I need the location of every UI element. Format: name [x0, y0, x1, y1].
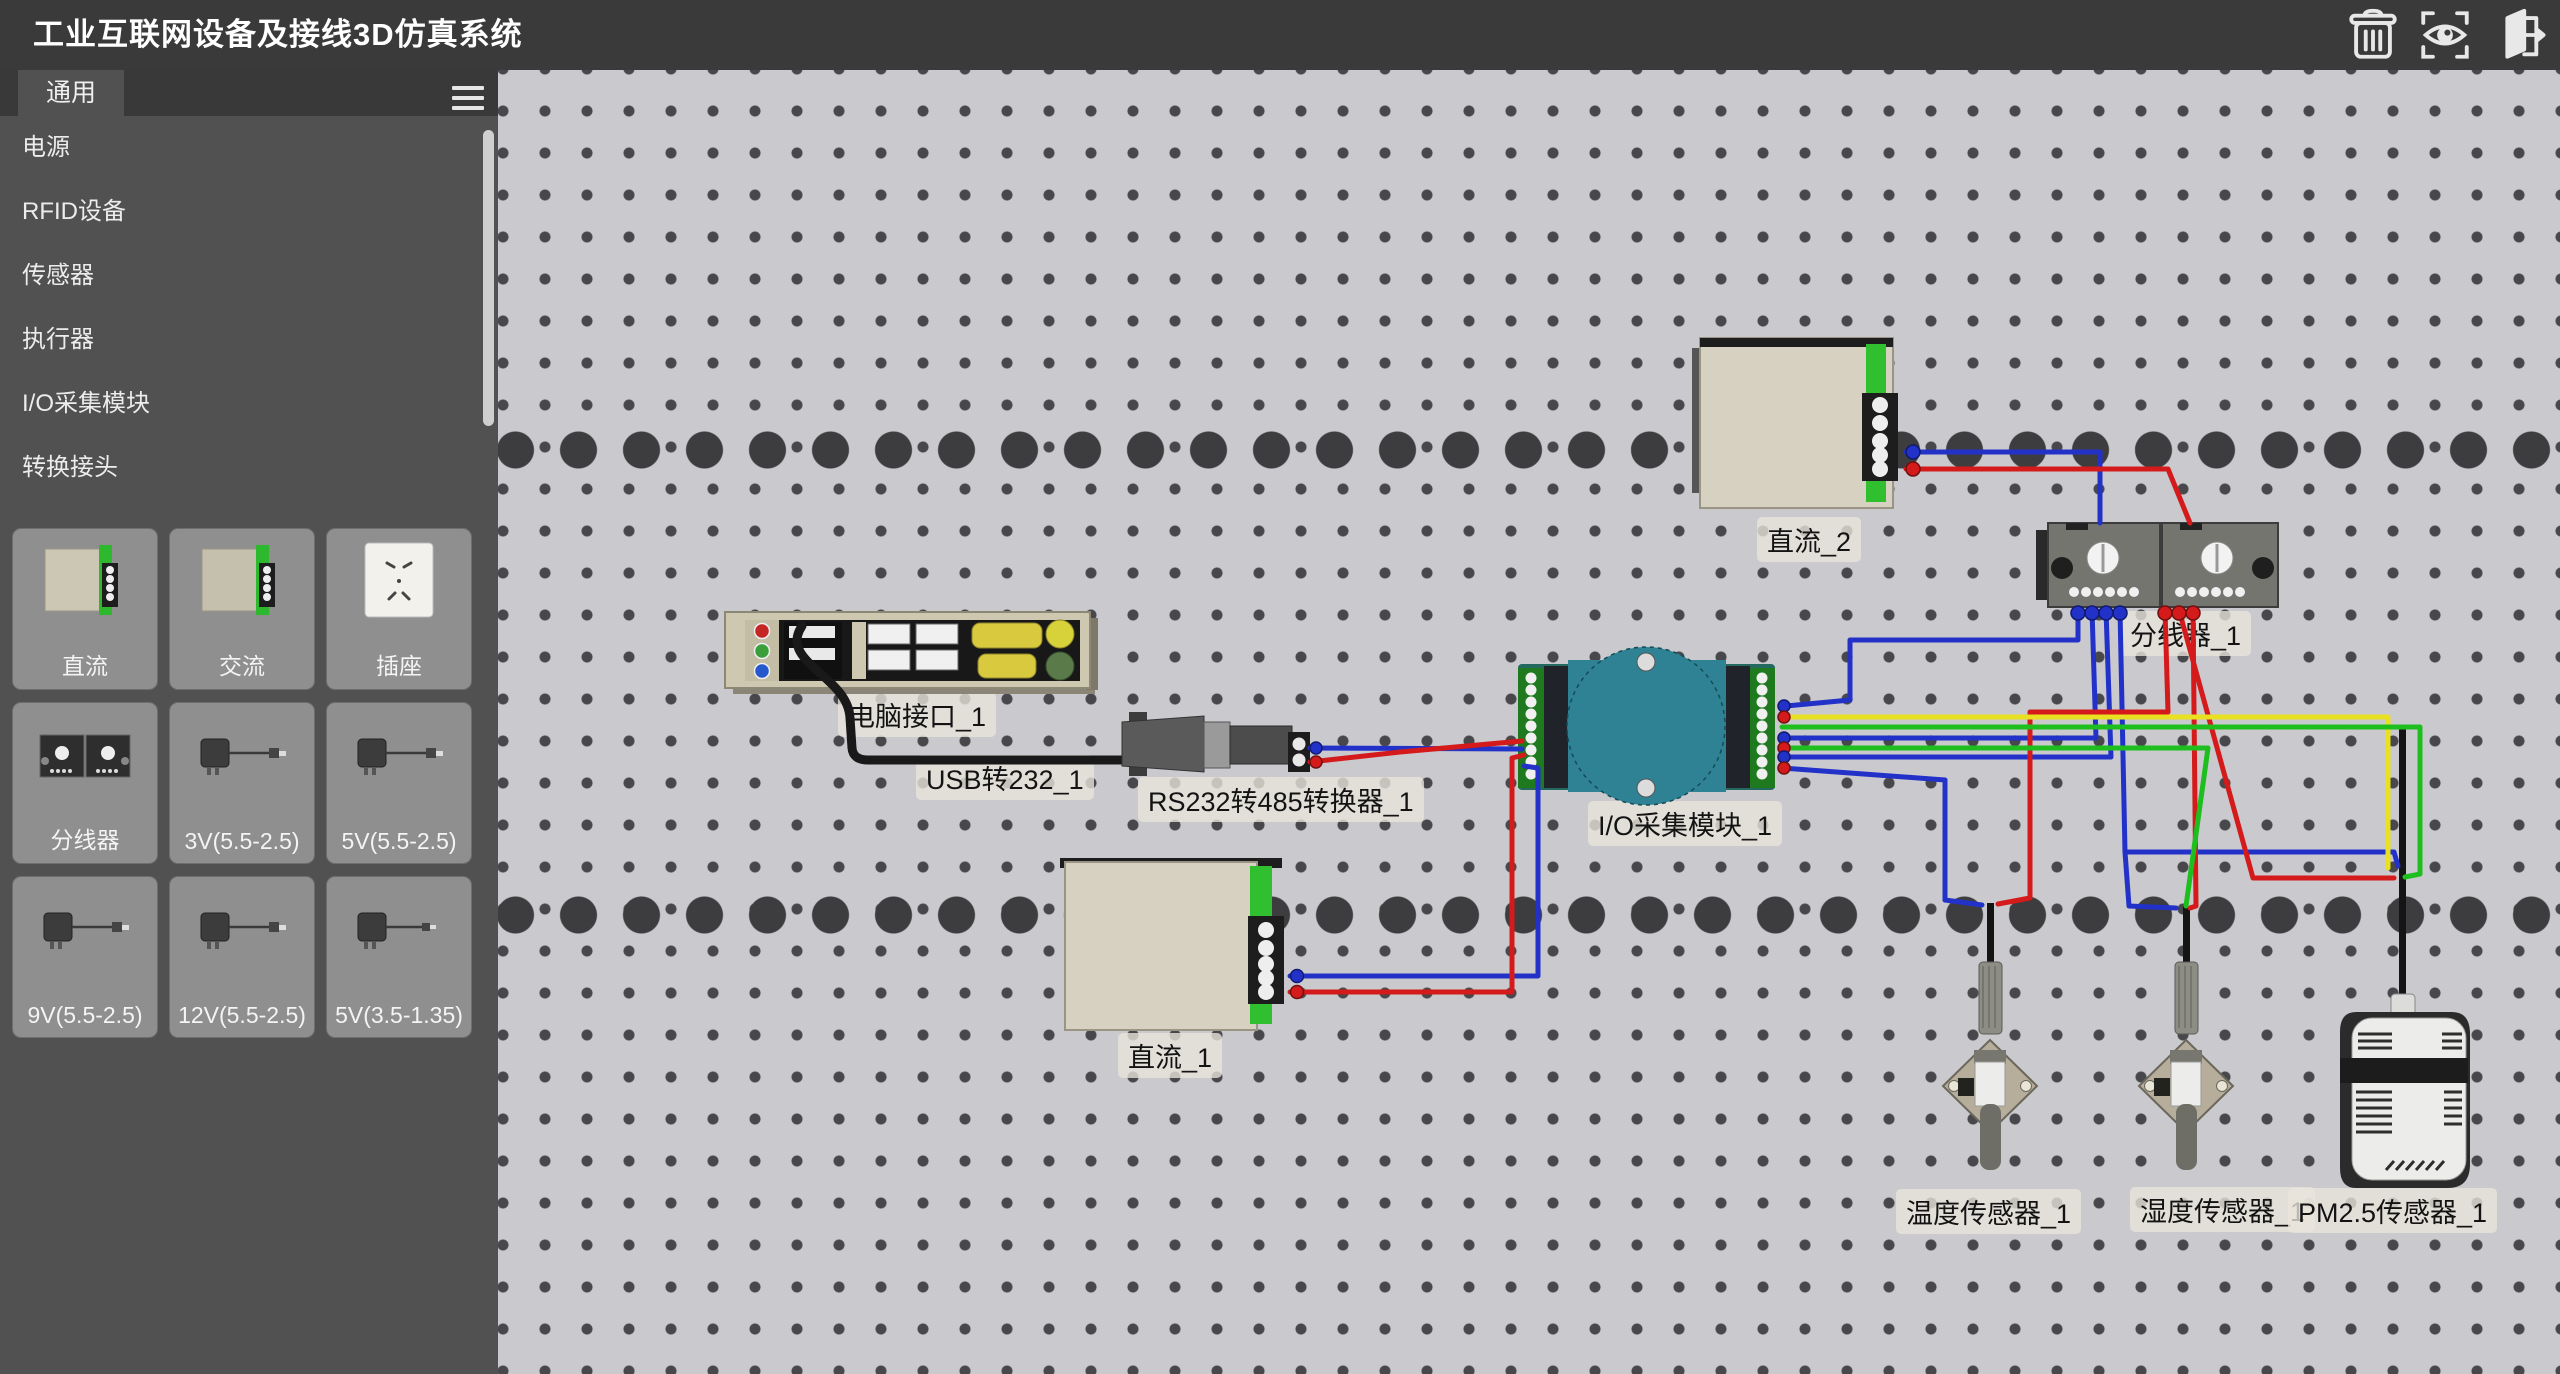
palette-item-5v[interactable]: 5V(5.5-2.5) — [326, 702, 472, 864]
palette-label: 5V(5.5-2.5) — [327, 828, 471, 855]
tab-general[interactable]: 通用 — [18, 70, 124, 116]
palette-label: 5V(3.5-1.35) — [327, 1002, 471, 1029]
palette-item-12v[interactable]: 12V(5.5-2.5) — [169, 876, 315, 1038]
menu-item-power[interactable]: 电源 — [0, 116, 498, 180]
palette-item-splitter[interactable]: 分线器 — [12, 702, 158, 864]
sidebar-tab-row: 通用 — [0, 70, 498, 116]
menu-item-io-module[interactable]: I/O采集模块 — [0, 372, 498, 436]
palette-item-5v-small[interactable]: 5V(3.5-1.35) — [326, 876, 472, 1038]
palette-label: 12V(5.5-2.5) — [170, 1002, 314, 1029]
palette-item-9v[interactable]: 9V(5.5-2.5) — [12, 876, 158, 1038]
exit-icon[interactable] — [2488, 6, 2546, 64]
device-label[interactable]: 直流_2 — [1757, 517, 1861, 562]
app-title: 工业互联网设备及接线3D仿真系统 — [33, 0, 523, 70]
palette-item-socket[interactable]: 插座 — [326, 528, 472, 690]
sidebar-scrollbar[interactable] — [483, 130, 494, 426]
device-label[interactable]: PM2.5传感器_1 — [2288, 1188, 2497, 1233]
device-label[interactable]: USB转232_1 — [916, 755, 1094, 800]
menu-item-rfid[interactable]: RFID设备 — [0, 180, 498, 244]
pegboard-slot-band-top — [498, 427, 2560, 473]
palette-item-ac[interactable]: 交流 — [169, 528, 315, 690]
palette-label: 插座 — [327, 647, 471, 681]
menu-icon[interactable] — [452, 86, 484, 112]
menu-item-actuator[interactable]: 执行器 — [0, 308, 498, 372]
palette-label: 3V(5.5-2.5) — [170, 828, 314, 855]
sidebar: 通用 电源 RFID设备 传感器 执行器 I/O采集模块 转换接头 直流 — [0, 70, 498, 1374]
title-bar: 工业互联网设备及接线3D仿真系统 — [0, 0, 2560, 70]
palette-label: 直流 — [13, 647, 157, 681]
device-label[interactable]: 温度传感器_1 — [1896, 1189, 2081, 1234]
category-menu: 电源 RFID设备 传感器 执行器 I/O采集模块 转换接头 — [0, 116, 498, 500]
pegboard-slot-band-bottom — [498, 892, 2560, 938]
palette-label: 交流 — [170, 647, 314, 681]
trash-icon[interactable] — [2344, 6, 2402, 64]
menu-item-sensor[interactable]: 传感器 — [0, 244, 498, 308]
view-focus-icon[interactable] — [2416, 6, 2474, 64]
palette-label: 分线器 — [13, 821, 157, 855]
device-label[interactable]: 分线器_1 — [2120, 611, 2251, 656]
device-label[interactable]: I/O采集模块_1 — [1588, 801, 1782, 846]
palette-item-3v[interactable]: 3V(5.5-2.5) — [169, 702, 315, 864]
palette-label: 9V(5.5-2.5) — [13, 1002, 157, 1029]
device-label[interactable]: 直流_1 — [1118, 1033, 1222, 1078]
device-label[interactable]: 电脑接口_1 — [838, 692, 996, 737]
menu-item-adapter[interactable]: 转换接头 — [0, 436, 498, 500]
device-label[interactable]: RS232转485转换器_1 — [1138, 777, 1424, 822]
palette-item-dc[interactable]: 直流 — [12, 528, 158, 690]
